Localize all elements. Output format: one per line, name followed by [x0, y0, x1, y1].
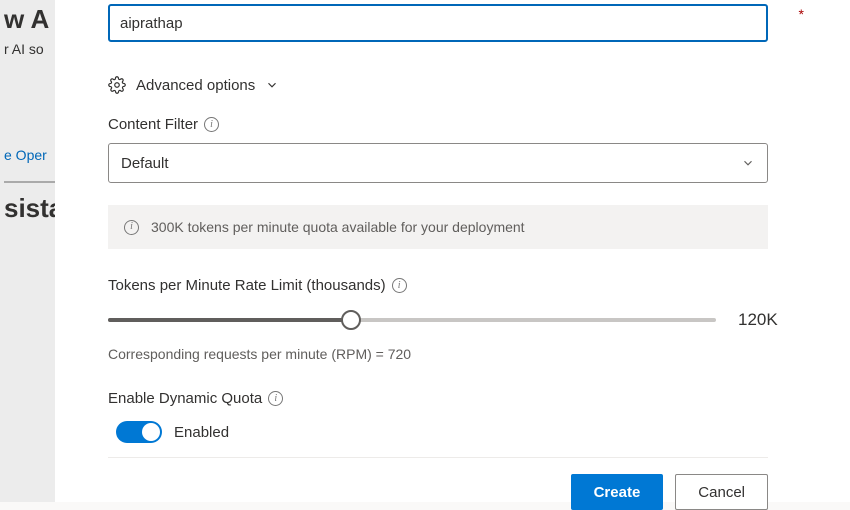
gear-icon	[108, 76, 126, 94]
toggle-knob	[142, 423, 160, 441]
create-button[interactable]: Create	[571, 474, 664, 510]
required-indicator: *	[799, 6, 804, 22]
deployment-name-input[interactable]	[108, 4, 768, 42]
quota-info-banner: i 300K tokens per minute quota available…	[108, 205, 768, 249]
backdrop-link-fragment: e Oper	[4, 147, 55, 163]
cancel-button[interactable]: Cancel	[675, 474, 768, 510]
content-filter-label: Content Filter i	[108, 116, 790, 133]
slider-thumb[interactable]	[341, 310, 361, 330]
tokens-rate-label: Tokens per Minute Rate Limit (thousands)…	[108, 277, 790, 294]
quota-banner-text: 300K tokens per minute quota available f…	[151, 219, 525, 235]
info-icon[interactable]: i	[268, 391, 283, 406]
tokens-rate-value: 120K	[738, 310, 788, 330]
advanced-options-toggle[interactable]: Advanced options	[108, 76, 790, 94]
dialog-panel: * Advanced options Content Filter i Defa…	[55, 0, 850, 502]
content-filter-select[interactable]: Default	[108, 143, 768, 183]
backdrop-obscured: w A r AI so e Oper sista	[0, 0, 55, 502]
backdrop-subtitle-fragment: r AI so	[4, 41, 55, 57]
dialog-footer: Create Cancel	[108, 474, 768, 510]
dynamic-quota-label: Enable Dynamic Quota i	[108, 390, 790, 407]
tokens-rate-slider[interactable]	[108, 318, 716, 322]
info-icon: i	[124, 220, 139, 235]
name-field-wrap: *	[108, 0, 790, 42]
rpm-text: Corresponding requests per minute (RPM) …	[108, 346, 790, 362]
slider-fill	[108, 318, 351, 322]
backdrop-heading-fragment: sista	[4, 181, 55, 224]
dynamic-quota-toggle-row: Enabled	[116, 421, 790, 443]
dynamic-quota-toggle[interactable]	[116, 421, 162, 443]
advanced-options-label: Advanced options	[136, 77, 255, 94]
info-icon[interactable]: i	[204, 117, 219, 132]
chevron-down-icon	[741, 156, 755, 170]
backdrop-title-fragment: w A	[4, 4, 55, 35]
info-icon[interactable]: i	[392, 278, 407, 293]
dynamic-quota-status: Enabled	[174, 424, 229, 441]
content-filter-selected: Default	[121, 155, 169, 172]
chevron-down-icon	[265, 78, 279, 92]
tokens-rate-slider-row: 120K	[108, 310, 788, 330]
divider	[108, 457, 768, 458]
